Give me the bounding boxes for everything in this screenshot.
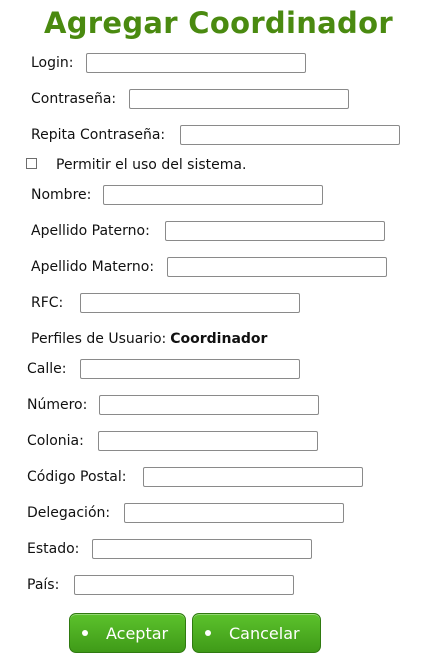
delegation-label: Delegación: [27, 505, 111, 521]
colony-row: Colonia: [27, 429, 84, 453]
colony-label: Colonia: [27, 433, 84, 449]
country-input[interactable] [74, 575, 294, 595]
cancel-button[interactable]: Cancelar [192, 613, 321, 653]
postal-code-row: Código Postal: [27, 465, 127, 489]
profiles-row: Perfiles de Usuario: Coordinador [31, 327, 267, 351]
number-input[interactable] [99, 395, 319, 415]
profiles-label: Perfiles de Usuario: [31, 331, 167, 347]
cancel-button-label: Cancelar [229, 623, 300, 643]
accept-button[interactable]: Aceptar [69, 613, 186, 653]
country-label: País: [27, 577, 60, 593]
number-row: Número: [27, 393, 87, 417]
street-row: Calle: [27, 357, 66, 381]
rfc-row: RFC: [31, 291, 63, 315]
login-row: Login: [31, 51, 74, 75]
postal-code-input[interactable] [143, 467, 363, 487]
password-label: Contraseña: [31, 91, 117, 107]
bullet-icon [82, 630, 88, 636]
delegation-row: Delegación: [27, 501, 110, 525]
name-row: Nombre: [31, 183, 91, 207]
bullet-icon [205, 630, 211, 636]
last-name-paternal-label: Apellido Paterno: [31, 223, 150, 239]
name-label: Nombre: [31, 187, 92, 203]
state-label: Estado: [27, 541, 80, 557]
name-input[interactable] [103, 185, 323, 205]
street-input[interactable] [80, 359, 300, 379]
page-title: Agregar Coordinador [44, 6, 393, 40]
allow-system-label: Permitir el uso del sistema. [56, 157, 247, 173]
last-name-maternal-row: Apellido Materno: [31, 255, 154, 279]
delegation-input[interactable] [124, 503, 344, 523]
profiles-value: Coordinador [170, 331, 268, 347]
postal-code-label: Código Postal: [27, 469, 127, 485]
country-row: País: [27, 573, 59, 597]
password-input[interactable] [129, 89, 349, 109]
last-name-paternal-input[interactable] [165, 221, 385, 241]
state-row: Estado: [27, 537, 79, 561]
last-name-paternal-row: Apellido Paterno: [31, 219, 150, 243]
state-input[interactable] [92, 539, 312, 559]
last-name-maternal-input[interactable] [167, 257, 387, 277]
password-row: Contraseña: [31, 87, 116, 111]
login-label: Login: [31, 55, 74, 71]
colony-input[interactable] [98, 431, 318, 451]
rfc-label: RFC: [31, 295, 64, 311]
login-input[interactable] [86, 53, 306, 73]
password-repeat-input[interactable] [180, 125, 400, 145]
password-repeat-label: Repita Contraseña: [31, 127, 166, 143]
street-label: Calle: [27, 361, 67, 377]
last-name-maternal-label: Apellido Materno: [31, 259, 155, 275]
number-label: Número: [27, 397, 88, 413]
password-repeat-row: Repita Contraseña: [31, 123, 165, 147]
allow-system-checkbox[interactable] [26, 158, 37, 169]
accept-button-label: Aceptar [106, 623, 169, 643]
rfc-input[interactable] [80, 293, 300, 313]
